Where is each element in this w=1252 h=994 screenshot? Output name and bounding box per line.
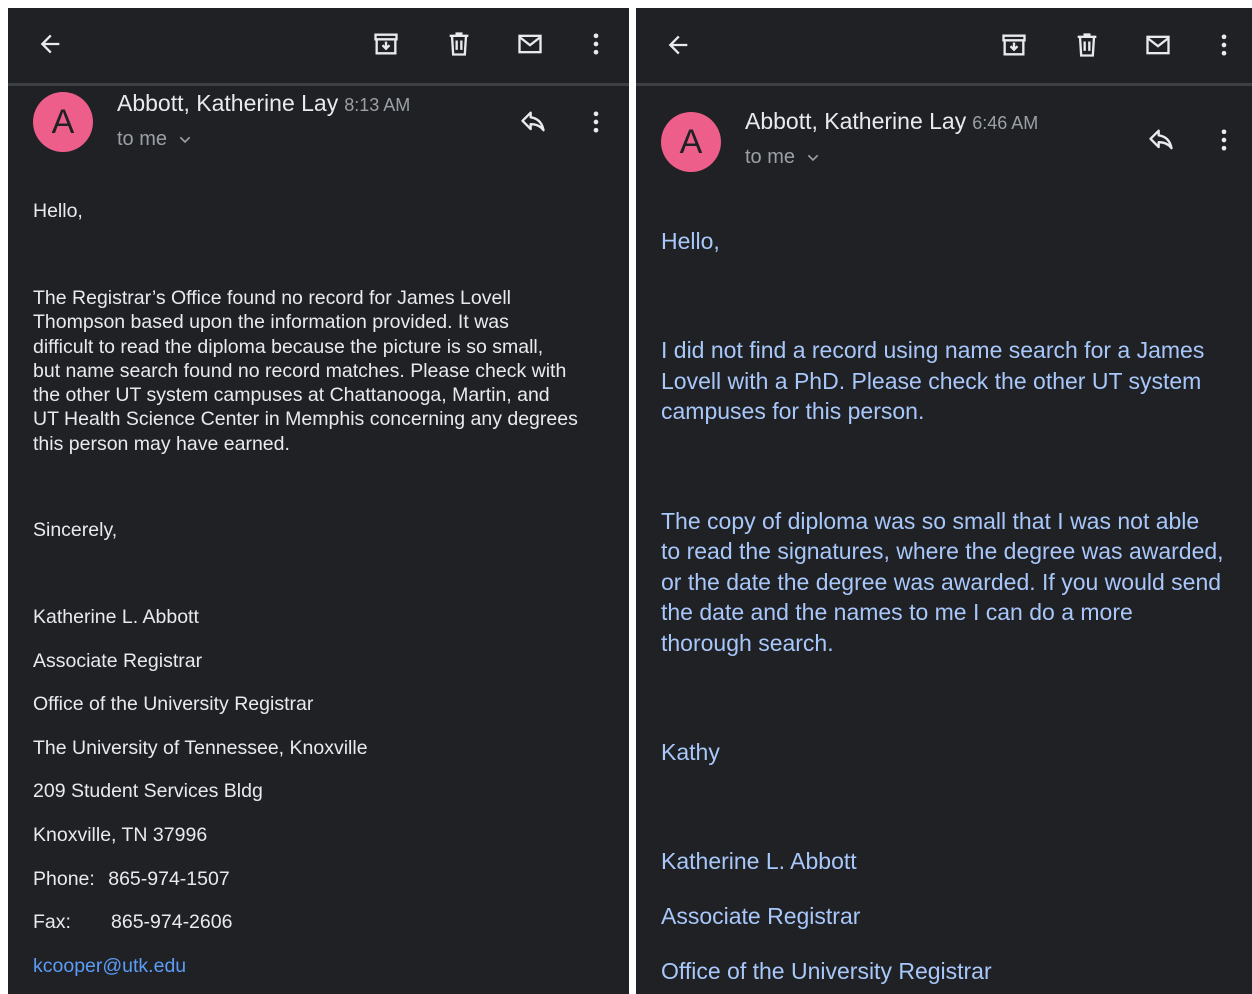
body-line: I did not find a record using name searc… [661,337,1205,363]
sender-line: Abbott, Katherine Lay 6:46 AM [745,108,1038,135]
phone-label: Phone: [33,867,95,890]
body-line: The Registrar’s Office found no record f… [33,287,511,309]
signature-line: Associate Registrar [33,649,203,672]
body-paragraph-2: The copy of diploma was so small that I … [661,506,1246,659]
body-line: Lovell with a PhD. Please check the othe… [661,367,1202,394]
signature-line: Knoxville, TN 37996 [33,824,208,847]
body-line: or the date the degree was awarded. If y… [661,568,1222,595]
signature-line: Associate Registrar [661,903,861,929]
chevron-down-icon [807,154,819,161]
fax-number: 865-974-2606 [111,911,233,934]
body-line: thorough search. [661,629,834,656]
body-paragraph-1: I did not find a record using name searc… [661,335,1246,427]
more-vert-icon[interactable] [582,30,610,58]
message-body: Hello, The Registrar’s Office found no r… [33,200,618,985]
body-line: UT Health Science Center in Memphis conc… [33,408,578,431]
message-more-icon[interactable] [1210,126,1238,154]
reply-icon[interactable] [519,108,547,136]
signature-block: Katherine L. Abbott Associate Registrar … [661,846,1246,986]
signature-line: The University of Tennessee, Knoxville [33,736,368,759]
signature-line: 209 Student Services Bldg [33,780,263,803]
toolbar [8,8,629,86]
archive-icon[interactable] [372,30,400,58]
email-view-right: A Abbott, Katherine Lay 6:46 AM to me Hel… [636,8,1252,994]
closing: Sincerely, [33,519,118,542]
sender-line: Abbott, Katherine Lay 8:13 AM [117,90,410,117]
sender-name: Abbott, Katherine Lay [745,108,967,134]
body-line: campuses for this person. [661,398,925,424]
signature-block: Katherine L. Abbott Associate Registrar … [33,606,618,985]
body-line: but name search found no record matches.… [33,359,567,382]
toolbar-divider [636,83,1252,86]
sender-name: Abbott, Katherine Lay [117,90,339,116]
body-line: Thompson based upon the information prov… [33,311,509,334]
chevron-down-icon [179,136,191,143]
reply-icon[interactable] [1147,126,1175,154]
signature-line: Katherine L. Abbott [661,848,857,874]
avatar: A [33,92,93,152]
delete-icon[interactable] [1073,31,1101,59]
message-more-icon[interactable] [582,108,610,136]
email-line: kcooper@utk.edu [33,955,618,985]
signature-line: Office of the University Registrar [661,958,992,984]
message-time: 6:46 AM [972,113,1039,133]
recipient-label: to me [745,146,796,168]
phone-line: Phone: 865-974-1507 [33,868,618,912]
message-body: Hello, I did not find a record using nam… [661,226,1246,986]
avatar: A [661,112,721,172]
body-line: difficult to read the diploma because th… [33,335,544,358]
avatar-letter: A [679,122,703,161]
email-view-left: A Abbott, Katherine Lay 8:13 AM to me Hel… [8,8,629,994]
back-arrow-icon[interactable] [664,31,692,59]
more-vert-icon[interactable] [1210,31,1238,59]
body-line: to read the signatures, where the degree… [661,538,1224,564]
greeting: Hello, [661,228,720,254]
recipient-toggle[interactable]: to me [117,128,193,151]
toolbar-divider [8,83,629,86]
signature-line: Katherine L. Abbott [33,606,199,629]
phone-number: 865-974-1507 [108,867,230,890]
toolbar [636,8,1252,86]
greeting: Hello, [33,200,83,222]
body-paragraph: The Registrar’s Office found no record f… [33,286,618,456]
avatar-letter: A [51,102,75,141]
recipient-label: to me [117,128,168,150]
signature-line: Office of the University Registrar [33,693,314,716]
mark-unread-icon[interactable] [516,30,544,58]
body-line: the other UT system campuses at Chattano… [33,384,550,407]
archive-icon[interactable] [1000,31,1028,59]
message-time: 8:13 AM [344,95,411,115]
mark-unread-icon[interactable] [1144,31,1172,59]
signoff: Kathy [661,739,720,765]
recipient-toggle[interactable]: to me [745,146,821,169]
delete-icon[interactable] [445,30,473,58]
back-arrow-icon[interactable] [36,30,64,58]
email-link[interactable]: kcooper@utk.edu [33,955,186,977]
body-line: The copy of diploma was so small that I … [661,507,1200,534]
fax-line: Fax: 865-974-2606 [33,911,618,955]
body-line: this person may have earned. [33,432,290,455]
fax-label: Fax: [33,911,71,934]
body-line: the date and the names to me I can do a … [661,599,1133,625]
